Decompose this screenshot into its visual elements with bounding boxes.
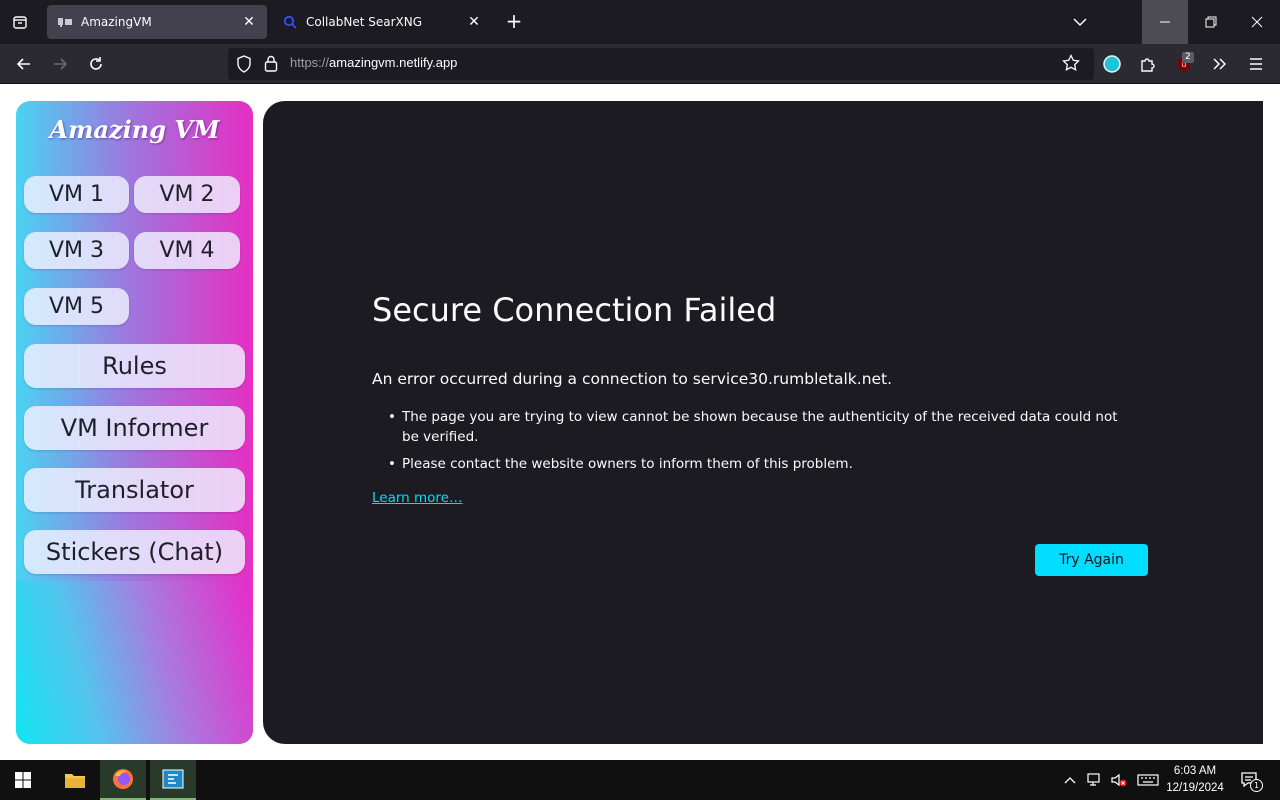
- list-all-tabs-button[interactable]: [1068, 10, 1092, 34]
- vm-4-button[interactable]: VM 4: [134, 232, 240, 269]
- windows-logo-icon: [15, 772, 31, 788]
- url-text[interactable]: https://amazingvm.netlify.app: [290, 55, 457, 70]
- action-center-button[interactable]: 1: [1238, 770, 1263, 792]
- firefox-taskbar-item[interactable]: [100, 760, 146, 800]
- tab-title: AmazingVM: [81, 15, 152, 29]
- firefox-icon: [113, 769, 133, 789]
- search-icon: [282, 14, 298, 30]
- menu-button[interactable]: [1242, 50, 1270, 78]
- vm-3-button[interactable]: VM 3: [24, 232, 129, 269]
- restore-icon: [1205, 16, 1217, 28]
- vm-5-button[interactable]: VM 5: [24, 288, 129, 325]
- vm-1-button[interactable]: VM 1: [24, 176, 129, 213]
- more-tools-button[interactable]: [1206, 50, 1234, 78]
- account-button[interactable]: [1098, 50, 1126, 78]
- page-content: Amazing VM VM 1 VM 2 VM 3 VM 4 VM 5 Rule…: [0, 85, 1280, 760]
- tab-list-icon: [13, 16, 27, 29]
- file-explorer-taskbar-item[interactable]: [52, 760, 98, 800]
- ublock-count-badge: 2: [1182, 52, 1194, 63]
- error-title: Secure Connection Failed: [372, 291, 777, 329]
- chevron-down-icon: [1073, 18, 1087, 27]
- remote-desktop-icon: [162, 769, 184, 789]
- clock-date: 12/19/2024: [1166, 782, 1224, 794]
- learn-more-link[interactable]: Learn more…: [372, 490, 463, 506]
- tab-bar: AmazingVM ✕ CollabNet SearXNG ✕ +: [0, 0, 1280, 44]
- error-details-list: • The page you are trying to view cannot …: [372, 407, 1132, 481]
- minimize-icon: [1160, 21, 1170, 23]
- chevron-up-icon: [1064, 777, 1076, 784]
- keyboard-icon[interactable]: [1136, 770, 1160, 790]
- remote-app-taskbar-item[interactable]: [150, 760, 196, 800]
- vm-informer-button[interactable]: VM Informer: [24, 406, 245, 450]
- stickers-chat-button[interactable]: Stickers (Chat): [24, 530, 245, 574]
- close-tab-icon[interactable]: ✕: [241, 14, 257, 30]
- folder-icon: [65, 774, 85, 788]
- tab-amazingvm[interactable]: AmazingVM ✕: [47, 5, 267, 39]
- taskbar: 6:03 AM 12/19/2024 1: [0, 760, 1280, 800]
- forward-button[interactable]: [46, 50, 74, 78]
- new-tab-button[interactable]: +: [502, 10, 526, 34]
- forward-arrow-icon: [54, 58, 68, 70]
- tab-searxng[interactable]: CollabNet SearXNG ✕: [272, 5, 492, 39]
- clock-time: 6:03 AM: [1173, 765, 1217, 777]
- lock-icon[interactable]: [264, 55, 278, 76]
- extensions-button[interactable]: [1134, 50, 1162, 78]
- vm-2-button[interactable]: VM 2: [134, 176, 240, 213]
- double-chevron-right-icon: [1213, 58, 1227, 70]
- amazingvm-favicon: [57, 14, 73, 30]
- close-icon: [1251, 16, 1263, 28]
- error-description: An error occurred during a connection to…: [372, 370, 893, 388]
- bookmark-star-icon[interactable]: [1062, 53, 1080, 76]
- sidebar-gradient-footer: [16, 581, 253, 744]
- back-button[interactable]: [10, 50, 38, 78]
- minimize-button[interactable]: [1142, 0, 1188, 44]
- close-tab-icon[interactable]: ✕: [466, 14, 482, 30]
- reload-icon: [90, 57, 102, 70]
- show-hidden-icons-button[interactable]: [1060, 770, 1080, 790]
- navigation-toolbar: https://amazingvm.netlify.app u: [0, 44, 1280, 84]
- try-again-button[interactable]: Try Again: [1035, 544, 1148, 576]
- list-item: • Please contact the website owners to in…: [388, 456, 853, 472]
- translator-button[interactable]: Translator: [24, 468, 245, 512]
- system-clock[interactable]: 6:03 AM 12/19/2024: [1160, 763, 1230, 797]
- embedded-error-panel: Secure Connection Failed An error occurr…: [263, 101, 1263, 744]
- tracking-protection-icon[interactable]: [236, 55, 252, 77]
- rules-button[interactable]: Rules: [24, 344, 245, 388]
- back-arrow-icon: [16, 58, 30, 70]
- hamburger-menu-icon: [1250, 58, 1262, 70]
- tab-title: CollabNet SearXNG: [306, 15, 423, 29]
- network-icon[interactable]: [1085, 770, 1105, 790]
- url-bar[interactable]: https://amazingvm.netlify.app: [228, 48, 1094, 80]
- brand-logo: Amazing VM: [49, 115, 220, 144]
- close-window-button[interactable]: [1234, 0, 1280, 44]
- list-item: • The page you are trying to view cannot …: [388, 409, 1118, 445]
- notification-count-badge: 1: [1250, 779, 1263, 792]
- account-circle-icon: [1103, 55, 1121, 73]
- sidebar: Amazing VM VM 1 VM 2 VM 3 VM 4 VM 5 Rule…: [16, 101, 253, 744]
- restore-button[interactable]: [1188, 0, 1234, 44]
- reload-button[interactable]: [82, 50, 110, 78]
- tab-list-button[interactable]: [6, 8, 34, 36]
- start-button[interactable]: [0, 760, 46, 800]
- volume-muted-icon[interactable]: [1109, 770, 1129, 790]
- puzzle-piece-icon: [1141, 58, 1155, 72]
